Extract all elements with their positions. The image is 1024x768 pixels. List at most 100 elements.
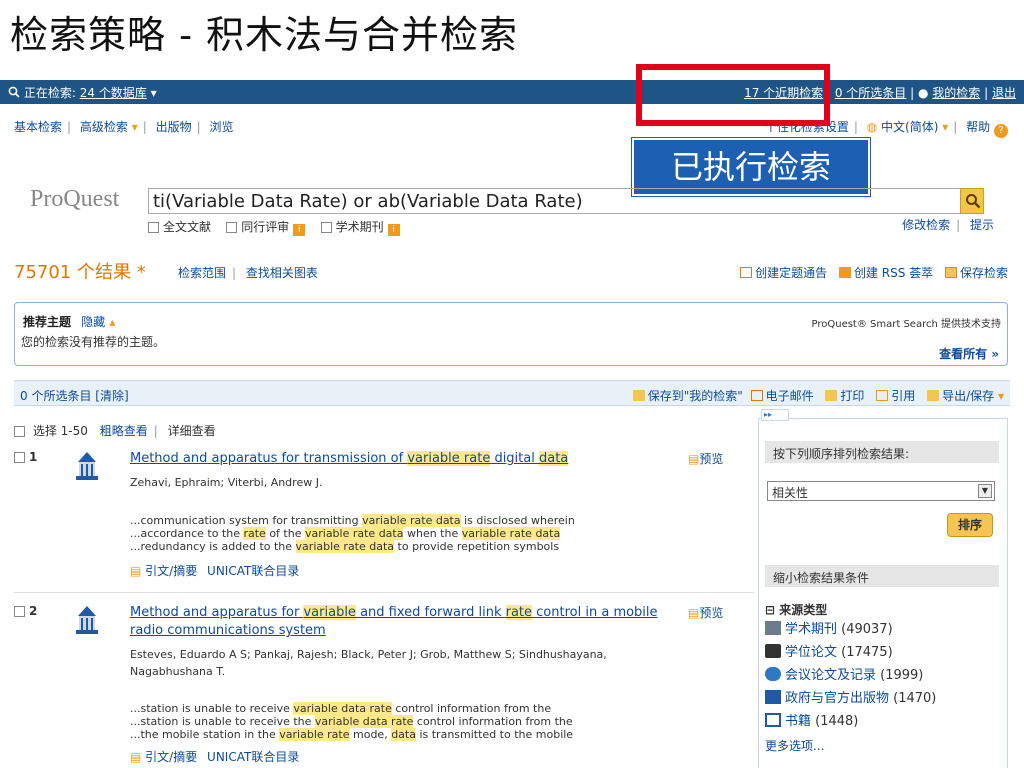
related-charts-link[interactable]: 查找相关图表 <box>246 266 318 280</box>
collapse-sidebar-icon[interactable]: ▸▸ <box>761 409 789 421</box>
modify-search-link[interactable]: 修改检索 <box>902 218 950 232</box>
highlighted-term: variable rate data <box>362 514 461 527</box>
facet-item-books[interactable]: 书籍 (1448) <box>765 710 936 733</box>
facet-item-conference[interactable]: 会议论文及记录 (1999) <box>765 664 936 687</box>
preview-icon: ▤ <box>688 452 700 466</box>
view-all-link[interactable]: 查看所有 » <box>939 345 999 362</box>
select-all-checkbox[interactable] <box>14 426 25 437</box>
chevron-down-icon[interactable]: ▾ <box>998 389 1004 403</box>
export-save-button[interactable]: 导出/保存 <box>927 389 994 403</box>
result-number: 2 <box>29 604 38 618</box>
folder-icon <box>632 390 645 401</box>
envelope-icon <box>750 390 763 401</box>
conference-icon <box>765 667 781 681</box>
chevron-down-icon[interactable]: ▾ <box>942 120 948 134</box>
chevron-down-icon[interactable]: ▾ <box>151 86 157 100</box>
cite-abstract-link[interactable]: 引文/摘要 <box>145 564 197 578</box>
government-building-icon <box>76 452 98 480</box>
create-alert-button[interactable]: 创建定题通告 <box>740 266 827 280</box>
text-segment: and fixed forward link <box>355 605 506 620</box>
globe-icon: ◍ <box>866 120 878 134</box>
sort-select[interactable]: 相关性 ▼ <box>767 481 995 501</box>
selection-bar: 0 个所选条目 [清除] 保存到"我的检索" 电子邮件 打印 引用 导出/保存 … <box>14 380 1010 406</box>
highlighted-term: variable rate <box>279 728 350 741</box>
text-segment: is disclosed wherein <box>460 514 575 527</box>
selected-items-link[interactable]: 0 个所选条目 <box>835 86 906 100</box>
chevron-down-icon[interactable]: ▼ <box>978 484 992 498</box>
highlighted-term: variable rate data <box>461 527 561 540</box>
government-building-icon <box>76 606 98 634</box>
nav-bar: 基本检索 | 高级检索 ▾ | 出版物 | 浏览 个性化检索设置 | ◍ 中文(简体) … <box>0 104 1024 144</box>
tips-link[interactable]: 提示 <box>970 218 994 232</box>
databases-link[interactable]: 24 个数据库 <box>80 86 147 100</box>
my-searches-link[interactable]: 我的检索 <box>932 86 980 100</box>
save-to-my-searches-button[interactable]: 保存到"我的检索" <box>632 389 743 403</box>
nav-basic-search[interactable]: 基本检索 <box>14 120 62 134</box>
detailed-view-link[interactable]: 详细查看 <box>168 424 216 438</box>
unicat-link[interactable]: UNICAT联合目录 <box>207 750 299 764</box>
brief-view-link[interactable]: 粗略查看 <box>100 424 148 438</box>
sort-button[interactable]: 排序 <box>947 513 993 537</box>
language-select[interactable]: 中文(简体) <box>881 120 938 134</box>
nav-browse[interactable]: 浏览 <box>210 120 234 134</box>
highlighted-term: data <box>391 728 416 741</box>
create-rss-button[interactable]: 创建 RSS 荟萃 <box>838 266 933 280</box>
nav-advanced-search[interactable]: 高级检索 <box>80 120 128 134</box>
result-divider <box>14 592 754 593</box>
info-icon[interactable]: i <box>387 224 400 236</box>
chevron-up-icon[interactable]: ▴ <box>109 315 115 329</box>
logout-link[interactable]: 退出 <box>992 86 1016 100</box>
cite-abstract-link[interactable]: 引文/摘要 <box>145 750 197 764</box>
search-scope-link[interactable]: 检索范围 <box>178 266 226 280</box>
preview-button[interactable]: ▤预览 <box>688 450 723 467</box>
recommended-topics-panel: 推荐主题 隐藏 ▴ 您的检索没有推荐的主题。 ProQuest® Smart S… <box>14 302 1008 366</box>
search-input[interactable]: ti(Variable Data Rate) or ab(Variable Da… <box>148 188 984 214</box>
peer-review-checkbox[interactable] <box>226 222 238 233</box>
journal-icon <box>765 621 781 635</box>
recommend-message: 您的检索没有推荐的主题。 <box>21 335 166 349</box>
result-title-link[interactable]: Method and apparatus for transmission of… <box>130 450 690 468</box>
rss-icon <box>838 267 851 278</box>
text-segment: digital <box>490 451 539 466</box>
save-icon <box>927 390 940 401</box>
narrow-results-label: 缩小检索结果条件 <box>765 565 999 587</box>
result-links: ▤ 引文/摘要 UNICAT联合目录 <box>130 748 299 765</box>
search-links: 修改检索 | 提示 <box>902 218 994 232</box>
hide-link[interactable]: 隐藏 <box>81 315 105 329</box>
fulltext-checkbox[interactable] <box>148 222 159 233</box>
slide-title: 检索策略 - 积木法与合并检索 <box>10 13 518 57</box>
text-segment: control information from the <box>391 702 552 715</box>
highlighted-term: rate <box>505 605 533 620</box>
collapse-icon[interactable]: ⊟ <box>765 603 775 617</box>
result-checkbox[interactable] <box>14 606 25 617</box>
facet-item-dissertations[interactable]: 学位论文 (17475) <box>765 641 936 664</box>
result-title-link[interactable]: Method and apparatus for variable and fi… <box>130 604 690 640</box>
highlighted-term: variable rate data <box>304 527 404 540</box>
text-segment: control information from the <box>413 715 573 728</box>
print-button[interactable]: 打印 <box>825 389 864 403</box>
scholarly-checkbox[interactable] <box>320 222 332 233</box>
email-button[interactable]: 电子邮件 <box>750 389 814 403</box>
result-item: 2 Method and apparatus for variable and … <box>14 604 754 768</box>
facet-item-government[interactable]: 政府与官方出版物 (1470) <box>765 687 936 710</box>
save-search-button[interactable]: 保存检索 <box>944 266 1008 280</box>
help-link[interactable]: 帮助 <box>966 120 990 134</box>
help-icon[interactable]: ? <box>994 124 1008 138</box>
search-button[interactable] <box>960 188 984 214</box>
result-links: ▤ 引文/摘要 UNICAT联合目录 <box>130 562 299 579</box>
preview-button[interactable]: ▤预览 <box>688 604 723 621</box>
facet-item-journals[interactable]: 学术期刊 (49037) <box>765 618 936 641</box>
result-checkbox[interactable] <box>14 452 25 463</box>
cite-button[interactable]: 引用 <box>876 389 915 403</box>
nav-publications[interactable]: 出版物 <box>156 120 192 134</box>
more-options-link[interactable]: 更多选项... <box>765 737 824 754</box>
chevron-down-icon[interactable]: ▾ <box>132 120 138 134</box>
proquest-logo: ProQuest <box>30 186 120 212</box>
highlighted-term: variable rate data <box>295 540 395 553</box>
text-segment: ...redundancy is added to the <box>130 540 296 553</box>
list-view-controls: 选择 1-50 粗略查看 | 详细查看 <box>14 422 216 439</box>
unicat-link[interactable]: UNICAT联合目录 <box>207 564 299 578</box>
selected-count-clear[interactable]: 0 个所选条目 [清除] <box>20 387 129 404</box>
text-segment: Method and apparatus for <box>130 605 304 620</box>
info-icon[interactable]: i <box>293 224 306 236</box>
